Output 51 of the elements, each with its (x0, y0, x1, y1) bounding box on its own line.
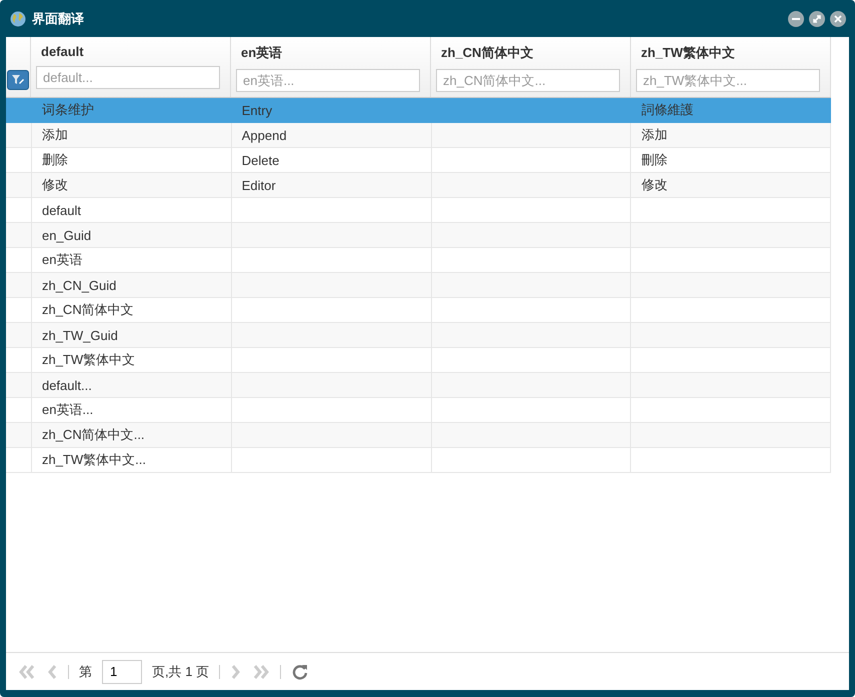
globe-icon (10, 10, 26, 26)
table-cell: 修改 (42, 176, 68, 194)
filter-field[interactable]: en英语... (236, 69, 420, 92)
table-cell: Delete (242, 152, 280, 168)
table-row[interactable]: 词条维护 Entry 詞條維護 (6, 98, 831, 123)
column-header[interactable]: zh_TW繁体中文 (636, 44, 820, 62)
window-title: 界面翻译 (32, 10, 84, 28)
table-row[interactable]: default... (6, 373, 831, 398)
table-cell: 修改 (641, 176, 668, 194)
table-cell: zh_CN_Guid (42, 278, 116, 292)
table-cell: en_Guid (42, 228, 92, 242)
filter-button[interactable] (7, 70, 29, 90)
table-cell: 詞條維護 (641, 101, 694, 119)
filter-field[interactable]: zh_CN简体中文... (436, 69, 620, 92)
table-cell: zh_TW繁体中文... (42, 451, 146, 469)
table-row[interactable]: zh_TW_Guid (6, 323, 831, 348)
table-cell: default... (42, 378, 92, 392)
table-cell: 添加 (42, 126, 68, 144)
column-header[interactable]: en英语 (236, 44, 420, 62)
minimize-icon[interactable] (788, 10, 804, 26)
table-cell: Entry (242, 102, 272, 118)
column-header[interactable]: zh_CN简体中文 (436, 44, 620, 62)
table-row[interactable]: zh_TW繁体中文... (6, 448, 831, 473)
table-cell: zh_TW繁体中文 (42, 351, 136, 369)
maximize-icon[interactable] (809, 10, 825, 26)
table-cell: 刪除 (641, 151, 668, 169)
page-field[interactable]: 1 (102, 660, 142, 684)
filter-field[interactable]: default... (36, 66, 220, 89)
table-cell: Editor (242, 178, 276, 192)
filter-icon (12, 75, 24, 85)
close-icon[interactable] (830, 10, 846, 26)
table-cell: 删除 (42, 151, 68, 169)
table-cell: en英语 (42, 251, 82, 269)
table-row[interactable]: zh_CN简体中文... (6, 423, 831, 448)
table-cell: Append (242, 128, 287, 142)
table-row[interactable]: en_Guid (6, 223, 831, 248)
table-cell: default (42, 202, 82, 218)
table-cell: 添加 (641, 126, 668, 144)
table-cell: zh_TW_Guid (42, 328, 118, 342)
table-row[interactable]: 修改 Editor 修改 (6, 173, 831, 198)
column-header[interactable]: default (36, 44, 220, 59)
refresh-icon[interactable] (291, 662, 310, 680)
table-cell: en英语... (42, 401, 94, 419)
page-total-label: 页,共 1 页 (152, 662, 210, 680)
table-cell: zh_CN简体中文... (42, 426, 145, 444)
table-cell: zh_CN简体中文 (42, 301, 134, 319)
page-label: 第 (79, 662, 92, 680)
table-row[interactable]: 添加 Append 添加 (6, 123, 831, 148)
table-cell: 词条维护 (42, 101, 94, 119)
filter-field[interactable]: zh_TW繁体中文... (636, 69, 820, 92)
table-row[interactable]: zh_CN_Guid (6, 273, 831, 298)
